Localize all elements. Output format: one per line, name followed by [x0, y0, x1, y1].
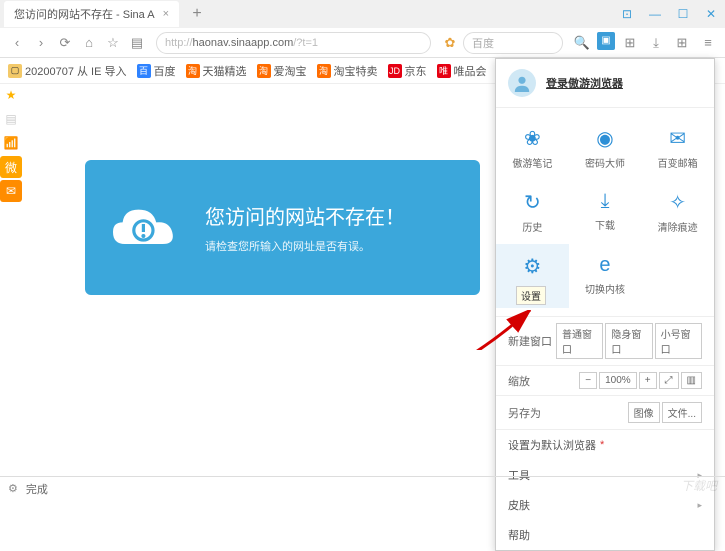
zoom-in-button[interactable]: +	[639, 372, 657, 389]
capture-icon[interactable]: ⊞	[619, 32, 641, 54]
menu-grid: ❀傲游笔记 ◉密码大师 ✉百变邮箱 ↻历史 ⤓下载 ✧清除痕迹 ⚙设置 设置 e…	[496, 108, 714, 317]
bee-icon[interactable]: ✿	[439, 32, 461, 54]
window-minimize-icon[interactable]: —	[641, 0, 669, 28]
reload-button[interactable]: ⟳	[54, 32, 76, 54]
sidebar-star-icon[interactable]: ★	[0, 84, 22, 106]
extension-icon[interactable]: ▣	[597, 32, 615, 50]
tab-title: 您访问的网站不存在 - Sina A	[14, 6, 155, 22]
window-pin-icon[interactable]: ⊡	[613, 0, 641, 28]
menu-button[interactable]: ≡	[697, 32, 719, 54]
window-maximize-icon[interactable]: ☐	[669, 0, 697, 28]
browser-tab[interactable]: 您访问的网站不存在 - Sina A ×	[4, 1, 179, 27]
set-default-item[interactable]: 设置为默认浏览器*	[496, 430, 714, 460]
menu-switch-core[interactable]: e切换内核	[569, 244, 642, 308]
help-item[interactable]: 帮助	[496, 520, 714, 550]
login-row[interactable]: 登录傲游浏览器	[496, 59, 714, 108]
sidebar-chat-icon[interactable]: ✉	[0, 180, 22, 202]
status-bar: ⚙ 完成	[0, 476, 725, 500]
menu-history[interactable]: ↻历史	[496, 180, 569, 244]
url-path: /?t=1	[293, 37, 318, 49]
small-window-button[interactable]: 小号窗口	[655, 323, 702, 359]
search-icon[interactable]: 🔍	[571, 32, 593, 54]
download-icon[interactable]: ⤓	[645, 32, 667, 54]
tab-close-icon[interactable]: ×	[163, 8, 169, 20]
error-title: 您访问的网站不存在！	[205, 201, 405, 230]
forward-button[interactable]: ›	[30, 32, 52, 54]
save-as-row: 另存为 图像 文件...	[496, 396, 714, 430]
tooltip: 设置	[516, 286, 546, 305]
menu-notes[interactable]: ❀傲游笔记	[496, 116, 569, 180]
back-button[interactable]: ‹	[6, 32, 28, 54]
fingerprint-icon: ◉	[596, 126, 613, 151]
sidebar-rss-icon[interactable]: 📶	[0, 132, 22, 154]
error-panel: 您访问的网站不存在！ 请检查您所输入的网址是否有误。	[85, 160, 480, 295]
menu-password[interactable]: ◉密码大师	[569, 116, 642, 180]
status-gear-icon[interactable]: ⚙	[8, 482, 18, 495]
menu-download[interactable]: ⤓下载	[569, 180, 642, 244]
incognito-window-button[interactable]: 隐身窗口	[605, 323, 652, 359]
ie-icon: e	[599, 254, 610, 277]
new-tab-button[interactable]: +	[185, 4, 209, 24]
new-window-row: 新建窗口 普通窗口 隐身窗口 小号窗口	[496, 317, 714, 366]
error-subtitle: 请检查您所输入的网址是否有误。	[205, 238, 405, 254]
title-bar: 您访问的网站不存在 - Sina A × + ⊡ — ☐ ✕	[0, 0, 725, 28]
url-protocol: http://	[165, 37, 193, 49]
bookmark-item[interactable]: 淘淘宝特卖	[317, 63, 378, 79]
sidebar-weibo-icon[interactable]: 微	[0, 156, 22, 178]
normal-window-button[interactable]: 普通窗口	[556, 323, 603, 359]
status-text: 完成	[26, 481, 48, 497]
url-domain: haonav.sinaapp.com	[193, 37, 294, 49]
download-icon: ⤓	[601, 190, 610, 213]
bookmark-item[interactable]: 淘爱淘宝	[257, 63, 307, 79]
star-icon: *	[600, 439, 604, 451]
history-icon: ↻	[524, 190, 541, 215]
login-link[interactable]: 登录傲游浏览器	[546, 75, 623, 91]
save-file-button[interactable]: 文件...	[662, 402, 702, 423]
zoom-row: 缩放 − 100% + ⤢ ▥	[496, 366, 714, 396]
menu-mail[interactable]: ✉百变邮箱	[641, 116, 714, 180]
avatar-icon	[508, 69, 536, 97]
menu-settings[interactable]: ⚙设置 设置	[496, 244, 569, 308]
watermark: 下载吧	[681, 477, 717, 494]
sidebar: ★ ▤ 📶 微 ✉	[0, 84, 24, 202]
save-image-button[interactable]: 图像	[628, 402, 660, 423]
broom-icon: ✧	[669, 190, 686, 215]
bookmark-item[interactable]: 淘天猫精选	[186, 63, 247, 79]
bookmark-item[interactable]: 唯唯品会	[437, 63, 487, 79]
notes-icon: ❀	[524, 126, 541, 151]
chevron-right-icon: ▸	[697, 500, 702, 511]
window-controls: ⊡ — ☐ ✕	[613, 0, 725, 28]
mail-icon: ✉	[669, 126, 686, 151]
cloud-icon	[105, 198, 185, 258]
address-bar[interactable]: http://haonav.sinaapp.com/?t=1	[156, 32, 431, 54]
fullscreen-button[interactable]: ⤢	[659, 372, 679, 389]
bookmark-item[interactable]: 百百度	[137, 63, 176, 79]
toolbar: ‹ › ⟳ ⌂ ☆ ▤ http://haonav.sinaapp.com/?t…	[0, 28, 725, 58]
search-input[interactable]: 百度	[463, 32, 563, 54]
home-button[interactable]: ⌂	[78, 32, 100, 54]
window-close-icon[interactable]: ✕	[697, 0, 725, 28]
favorite-button[interactable]: ☆	[102, 32, 124, 54]
apps-icon[interactable]: ⊞	[671, 32, 693, 54]
notes-icon[interactable]: ▤	[126, 32, 148, 54]
menu-clear[interactable]: ✧清除痕迹	[641, 180, 714, 244]
split-button[interactable]: ▥	[681, 372, 702, 389]
bookmark-folder[interactable]: ▢20200707 从 IE 导入	[8, 63, 127, 79]
gear-icon: ⚙	[523, 254, 541, 279]
zoom-value: 100%	[599, 372, 637, 389]
sidebar-note-icon[interactable]: ▤	[0, 108, 22, 130]
zoom-out-button[interactable]: −	[579, 372, 597, 389]
bookmark-item[interactable]: JD京东	[388, 63, 427, 79]
